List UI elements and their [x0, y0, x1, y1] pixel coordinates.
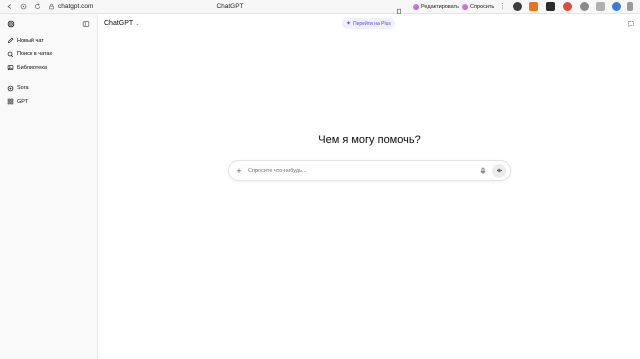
main-panel: ChatGPT ⌄ ✦ Перейти на Plus Чем я могу п… — [99, 14, 640, 359]
composer: + — [228, 160, 511, 181]
extension-dark-icon[interactable] — [546, 2, 555, 11]
more-icon[interactable]: ⋮ — [499, 2, 506, 10]
sidebar-item-label: GPT — [17, 98, 29, 105]
sidebar-header — [0, 14, 97, 34]
extension-red-icon[interactable] — [563, 2, 572, 11]
voice-wave-icon — [496, 168, 502, 173]
edit-chip-icon — [413, 4, 419, 10]
sidebar-item-search[interactable]: Поиск в чатах — [0, 48, 97, 62]
url-text: chatgpt.com — [58, 3, 94, 10]
home-icon[interactable] — [18, 2, 28, 12]
temporary-chat-icon[interactable] — [627, 20, 635, 28]
extension-puzzle-icon[interactable] — [580, 2, 589, 11]
chevron-down-icon: ⌄ — [135, 20, 140, 27]
bookmark-icon[interactable] — [395, 3, 403, 16]
profile-icon[interactable] — [612, 2, 621, 11]
page-heading: Чем я могу помочь? — [318, 134, 421, 146]
search-icon — [7, 51, 14, 58]
edit-chip-label: Редактировать — [421, 4, 459, 10]
openai-logo-icon[interactable] — [7, 20, 15, 28]
upgrade-plus-label: Перейти на Plus — [353, 20, 391, 27]
model-selector[interactable]: ChatGPT ⌄ — [104, 20, 139, 27]
sidebar-item-library[interactable]: Библиотека — [0, 61, 97, 75]
ask-chip-icon — [462, 4, 468, 10]
browser-toolbar: chatgpt.com ChatGPT Редактировать Спроси… — [0, 0, 640, 16]
upgrade-plus-button[interactable]: ✦ Перейти на Plus — [342, 18, 395, 29]
site-info-icon[interactable] — [48, 3, 55, 10]
library-icon — [7, 64, 14, 71]
extension-box-icon[interactable] — [596, 2, 605, 11]
ask-chip-button[interactable]: Спросить — [459, 2, 497, 12]
sidebar-item-sora[interactable]: Sora — [0, 82, 97, 96]
extension-fox-icon[interactable] — [529, 2, 538, 11]
sidebar-item-label: Sora — [17, 85, 29, 92]
model-name: ChatGPT — [104, 20, 134, 27]
sidebar-item-label: Поиск в чатах — [17, 51, 53, 58]
edit-icon — [7, 37, 14, 44]
voice-mode-button[interactable] — [492, 163, 506, 178]
sidebar-item-label: Новый чат — [17, 37, 44, 44]
menu-icon[interactable] — [627, 2, 633, 11]
back-icon[interactable] — [4, 2, 14, 12]
page-title: ChatGPT — [216, 3, 244, 10]
sidebar-item-label: Библиотека — [17, 64, 47, 71]
sidebar-item-new-chat[interactable]: Новый чат — [0, 34, 97, 48]
edit-chip-button[interactable]: Редактировать — [410, 2, 462, 12]
extension-camera-icon[interactable] — [513, 2, 522, 11]
sidebar: Новый чат Поиск в чатах Библиотека Sora … — [0, 14, 98, 359]
grid-icon — [7, 98, 14, 105]
reload-icon[interactable] — [32, 2, 42, 12]
plus-sparkle-icon: ✦ — [346, 21, 352, 27]
prompt-input[interactable] — [248, 167, 479, 174]
add-attachment-icon[interactable]: + — [234, 166, 244, 176]
ask-chip-label: Спросить — [470, 4, 495, 10]
sora-icon — [7, 85, 14, 92]
close-sidebar-icon[interactable] — [82, 20, 90, 28]
sidebar-item-gpt[interactable]: GPT — [0, 95, 97, 109]
address-bar[interactable]: chatgpt.com — [48, 2, 93, 12]
microphone-icon[interactable] — [479, 167, 487, 175]
